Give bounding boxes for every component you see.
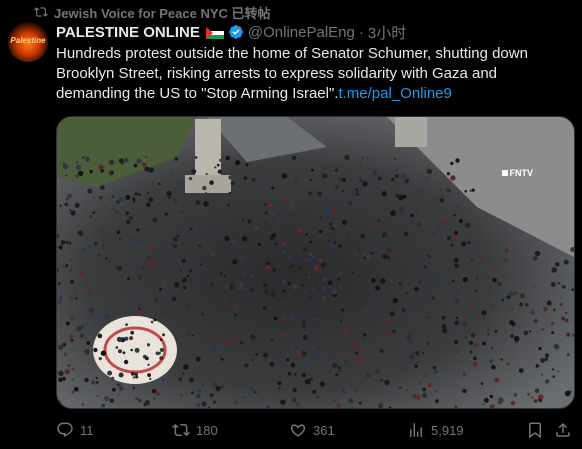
- heart-icon: [290, 424, 306, 437]
- share-icon: [556, 422, 570, 437]
- repost-icon: [34, 7, 48, 17]
- repost-text: Jewish Voice for Peace NYC 已转帖: [54, 5, 271, 21]
- repost-icon: [172, 423, 190, 437]
- separator-dot: ·: [358, 23, 364, 41]
- media-watermark: FNTV: [501, 168, 534, 178]
- views-chart-icon: [410, 423, 422, 437]
- reply-button[interactable]: 11: [56, 419, 94, 441]
- watermark-square-icon: [501, 170, 508, 176]
- tweet-text: Hundreds protest outside the home of Sen…: [56, 45, 528, 102]
- tweet-actions: 11 180 361 5,919: [50, 419, 570, 441]
- repost-count: 180: [196, 422, 218, 438]
- avatar-label: Palestine: [10, 36, 46, 45]
- share-button[interactable]: [554, 419, 572, 441]
- repost-button[interactable]: 180: [172, 419, 218, 441]
- bookmark-button[interactable]: [526, 419, 544, 441]
- tweet-media[interactable]: FNTV: [56, 116, 575, 409]
- bookmark-icon: [529, 422, 541, 439]
- reply-icon: [57, 422, 73, 438]
- like-button[interactable]: 361: [289, 419, 335, 441]
- views-button[interactable]: 5,919: [407, 419, 464, 441]
- tweet-header: PALESTINE ONLINE @OnlinePalEng · 3小时: [56, 22, 406, 42]
- verified-badge-icon: [229, 25, 243, 39]
- post-time[interactable]: 3小时: [368, 22, 406, 43]
- like-count: 361: [313, 422, 335, 438]
- tweet-body: Hundreds protest outside the home of Sen…: [56, 44, 566, 104]
- palestine-flag-icon: [205, 26, 224, 39]
- view-count: 5,919: [431, 422, 464, 438]
- watermark-text: FNTV: [509, 168, 534, 178]
- avatar[interactable]: Palestine: [8, 22, 48, 62]
- reply-count: 11: [80, 422, 94, 438]
- author-name[interactable]: PALESTINE ONLINE: [56, 24, 200, 41]
- tweet-link[interactable]: t.me/pal_Online9: [338, 85, 451, 102]
- author-handle[interactable]: @OnlinePalEng: [248, 24, 355, 41]
- repost-indicator[interactable]: Jewish Voice for Peace NYC 已转帖: [34, 4, 271, 21]
- crowd-photo: [57, 117, 574, 408]
